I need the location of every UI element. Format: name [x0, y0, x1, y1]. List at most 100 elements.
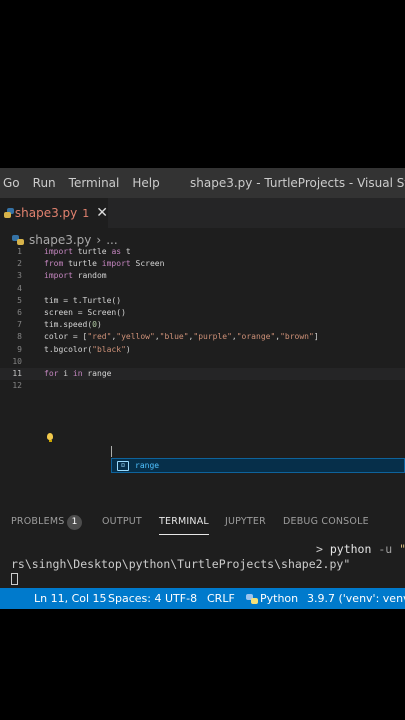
- window-title: shape3.py - TurtleProjects - Visual Stud…: [190, 176, 405, 190]
- tab-problem-count: 1: [82, 206, 90, 220]
- line-number: 10: [12, 356, 22, 366]
- line-number: 7: [17, 320, 22, 330]
- line-number: 9: [17, 344, 22, 354]
- terminal-argument: -u: [371, 542, 400, 556]
- line-number: 8: [17, 332, 22, 342]
- panel-tab-bar: PROBLEMS 1 OUTPUT TERMINAL JUPYTER DEBUG…: [0, 512, 405, 535]
- python-icon: [246, 594, 258, 604]
- chevron-right-icon: ›: [96, 233, 102, 247]
- tab-terminal[interactable]: TERMINAL: [159, 512, 209, 535]
- code-token: ]: [313, 332, 319, 342]
- terminal-prompt: >: [316, 542, 330, 556]
- code-text: import turtle as t: [44, 246, 131, 258]
- code-token: random: [72, 271, 107, 281]
- code-line[interactable]: 10: [0, 356, 405, 368]
- code-token: from: [44, 259, 64, 269]
- code-token: "black": [92, 344, 126, 354]
- code-text: from turtle import Screen: [44, 258, 164, 270]
- code-token: "yellow": [116, 332, 155, 342]
- menu-bar: Go Run Terminal Help: [0, 168, 170, 198]
- code-token: as: [111, 247, 122, 256]
- code-token: t: [121, 247, 131, 256]
- code-token: Screen: [130, 259, 165, 269]
- code-token: turtle: [72, 247, 112, 256]
- code-token: import: [44, 247, 73, 256]
- problems-count-badge: 1: [67, 515, 82, 530]
- code-line[interactable]: 6 screen = Screen(): [0, 307, 405, 319]
- tab-output[interactable]: OUTPUT: [102, 512, 142, 532]
- editor-tab-bar: shape3.py 1 ✕: [0, 198, 405, 228]
- code-text: screen = Screen(): [44, 307, 126, 319]
- menu-help[interactable]: Help: [129, 168, 166, 198]
- menu-terminal[interactable]: Terminal: [66, 168, 127, 198]
- code-token: for: [44, 369, 59, 378]
- line-number: 12: [12, 381, 22, 391]
- python-file-icon: [3, 208, 14, 218]
- code-text: tim = t.Turtle(): [44, 295, 121, 307]
- code-line[interactable]: 2 from turtle import Screen: [0, 258, 405, 270]
- line-number: 3: [17, 271, 22, 281]
- code-line[interactable]: 11 for i in range: [0, 368, 405, 380]
- status-line-ending[interactable]: CRLF: [207, 588, 235, 609]
- terminal-path-line: rs\singh\Desktop\python\TurtleProjects\s…: [11, 557, 351, 571]
- code-token: i: [58, 369, 73, 378]
- menu-run[interactable]: Run: [30, 168, 63, 198]
- terminal-command-line: > python -u "c: [316, 542, 405, 556]
- status-bar: Ln 11, Col 15 Spaces: 4 UTF-8 CRLF Pytho…: [0, 588, 405, 609]
- code-text: import random: [44, 270, 107, 282]
- code-token: "purple": [193, 332, 232, 342]
- code-token: screen = Screen(): [44, 308, 126, 317]
- tab-jupyter[interactable]: JUPYTER: [225, 512, 266, 532]
- code-token: "brown": [280, 332, 314, 342]
- line-number: 4: [17, 283, 22, 293]
- tab-shape3[interactable]: shape3.py 1 ✕: [0, 198, 108, 228]
- python-file-icon: [12, 235, 24, 245]
- breadcrumb-file[interactable]: shape3.py: [29, 233, 91, 247]
- status-encoding[interactable]: UTF-8: [165, 588, 197, 609]
- code-line[interactable]: 9 t.bgcolor("black"): [0, 344, 405, 356]
- code-line[interactable]: 8 color = ["red","yellow","blue","purple"…: [0, 331, 405, 343]
- suggestion-label: range: [135, 461, 160, 470]
- terminal-output[interactable]: > python -u "c rs\singh\Desktop\python\T…: [0, 540, 405, 588]
- code-line[interactable]: 7 tim.speed(0): [0, 319, 405, 331]
- status-interpreter[interactable]: 3.9.7 ('venv': venv): [307, 588, 405, 609]
- status-cursor-position[interactable]: Ln 11, Col 15: [34, 588, 107, 609]
- code-line[interactable]: 12: [0, 380, 405, 392]
- lightbulb-icon[interactable]: [47, 433, 53, 442]
- code-token: range: [82, 369, 112, 378]
- terminal-cursor: [11, 573, 18, 585]
- vscode-window: Go Run Terminal Help shape3.py - TurtleP…: [0, 168, 405, 609]
- code-line[interactable]: 1 import turtle as t: [0, 246, 405, 258]
- close-icon[interactable]: ✕: [96, 205, 108, 221]
- status-indentation[interactable]: Spaces: 4: [108, 588, 161, 609]
- code-line[interactable]: 3 import random: [0, 270, 405, 282]
- line-number: 1: [17, 247, 22, 256]
- code-text: color = ["red","yellow","blue","purple",…: [44, 331, 319, 343]
- terminal-string: "c: [399, 542, 405, 556]
- text-cursor: [111, 446, 112, 457]
- code-token: tim.speed(: [44, 320, 93, 330]
- code-token: t.bgcolor(: [44, 344, 93, 354]
- tab-problems[interactable]: PROBLEMS: [11, 512, 64, 532]
- menu-go[interactable]: Go: [0, 168, 27, 198]
- line-number: 11: [12, 369, 22, 378]
- code-token: import: [101, 259, 131, 269]
- code-token: in: [72, 369, 83, 378]
- code-token: import: [44, 271, 73, 281]
- line-number: 6: [17, 308, 22, 317]
- line-number: 2: [17, 259, 22, 269]
- autocomplete-suggestion[interactable]: ⊡ range: [111, 458, 405, 473]
- code-token: ): [125, 344, 131, 354]
- code-text: t.bgcolor("black"): [44, 344, 131, 356]
- breadcrumb-symbols[interactable]: ...: [106, 233, 117, 247]
- code-text: for i in range: [44, 368, 111, 380]
- code-editor[interactable]: 1 import turtle as t 2 from turtle import S…: [0, 246, 405, 486]
- code-line[interactable]: 5 tim = t.Turtle(): [0, 295, 405, 307]
- code-token: "red": [87, 332, 112, 342]
- code-line[interactable]: 4: [0, 283, 405, 295]
- title-bar: Go Run Terminal Help shape3.py - TurtleP…: [0, 168, 405, 198]
- tab-debug-console[interactable]: DEBUG CONSOLE: [283, 512, 369, 532]
- status-language-mode[interactable]: Python: [260, 588, 298, 609]
- tab-label: shape3.py: [14, 206, 78, 220]
- code-token: ): [97, 320, 102, 330]
